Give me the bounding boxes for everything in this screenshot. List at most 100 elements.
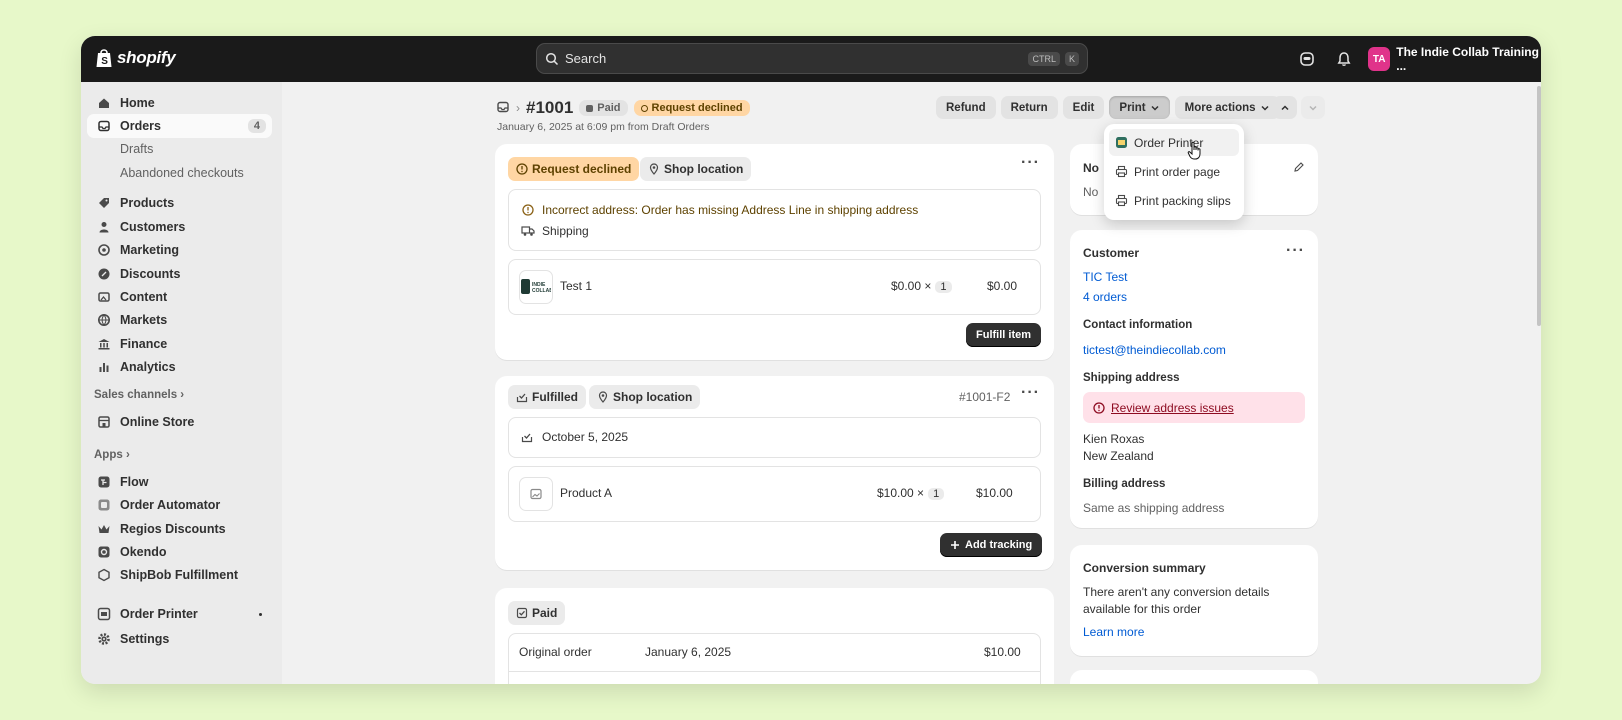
home-icon xyxy=(97,96,111,110)
sidebar-item-discounts[interactable]: Discounts xyxy=(87,262,272,286)
shipping-address-label: Shipping address xyxy=(1083,372,1180,384)
menu-item-print-order-page[interactable]: Print order page xyxy=(1109,158,1239,185)
discount-icon xyxy=(97,267,111,281)
payment-summary-table: Original order January 6, 2025 $10.00 xyxy=(508,633,1041,684)
customer-email-link[interactable]: tictest@theindiecollab.com xyxy=(1083,343,1226,357)
sidebar-item-shipbob[interactable]: ShipBob Fulfillment xyxy=(87,563,272,587)
add-tracking-button[interactable]: Add tracking xyxy=(940,533,1043,557)
sidebar-item-orders[interactable]: Orders 4 xyxy=(87,114,272,138)
sidebar-item-markets[interactable]: Markets xyxy=(87,308,272,332)
sidebar-item-home[interactable]: Home xyxy=(87,91,272,115)
more-options-icon[interactable]: ··· xyxy=(1021,384,1040,402)
row-label: Original order xyxy=(519,645,592,659)
product-thumbnail[interactable]: INDIE COLLAB xyxy=(519,270,553,304)
alert-circle-icon xyxy=(1093,401,1105,414)
order-printer-app-icon xyxy=(97,607,111,621)
customer-orders-link[interactable]: 4 orders xyxy=(1083,290,1127,304)
quantity-badge: 1 xyxy=(935,281,952,293)
print-button[interactable]: Print xyxy=(1109,96,1170,119)
notes-text: No xyxy=(1083,185,1099,199)
fulfill-item-button[interactable]: Fulfill item xyxy=(966,323,1041,347)
previous-order-button[interactable] xyxy=(1273,96,1297,119)
row-amount: $10.00 xyxy=(984,645,1021,659)
menu-item-order-printer[interactable]: Order Printer xyxy=(1109,129,1239,156)
customer-name-link[interactable]: TIC Test xyxy=(1083,270,1127,284)
product-name[interactable]: Test 1 xyxy=(560,279,592,293)
address-warning-text: Incorrect address: Order has missing Add… xyxy=(542,203,919,217)
next-order-button[interactable] xyxy=(1301,96,1325,119)
sidebar-item-abandoned-checkouts[interactable]: Abandoned checkouts xyxy=(87,161,272,185)
sidebar-item-analytics[interactable]: Analytics xyxy=(87,355,272,379)
sidebar-label: Flow xyxy=(120,475,149,489)
breadcrumb: › #1001 Paid Request declined xyxy=(496,98,750,118)
sidebar-label: Online Store xyxy=(120,415,195,429)
fulfillment-date-row: October 5, 2025 xyxy=(508,417,1041,458)
fulfilled-check-icon xyxy=(516,393,528,403)
search-bar[interactable]: Search CTRL K xyxy=(536,43,1088,74)
line-item-row: Product A $10.00 × 1 $10.00 xyxy=(508,466,1041,522)
orders-count-badge: 4 xyxy=(247,119,266,133)
sales-channels-label[interactable]: Sales channels › xyxy=(94,389,184,401)
notes-title: No xyxy=(1083,161,1099,175)
return-button[interactable]: Return xyxy=(1000,96,1058,119)
menu-item-label: Print order page xyxy=(1134,164,1221,179)
sidebar-item-customers[interactable]: Customers xyxy=(87,215,272,239)
pinned-dot xyxy=(259,612,262,616)
price-text: $0.00 xyxy=(891,279,922,293)
menu-item-print-packing-slips[interactable]: Print packing slips xyxy=(1109,187,1239,214)
sidebar-label: Discounts xyxy=(120,267,181,281)
sidebar-item-marketing[interactable]: Marketing xyxy=(87,238,272,262)
store-menu[interactable]: TA The Indie Collab Training ... xyxy=(1368,45,1541,73)
sidebar-item-order-printer[interactable]: Order Printer xyxy=(87,602,272,626)
sidebar-label: Orders xyxy=(120,119,161,133)
sidebar-item-okendo[interactable]: Okendo xyxy=(87,540,272,564)
learn-more-link[interactable]: Learn more xyxy=(1083,625,1144,639)
more-actions-button[interactable]: More actions xyxy=(1174,96,1280,119)
sidebar-item-flow[interactable]: Flow xyxy=(87,470,272,494)
shipbob-app-icon xyxy=(97,568,111,582)
sidebar-item-products[interactable]: Products xyxy=(87,191,272,215)
button-label: Add tracking xyxy=(965,539,1033,551)
section-label-text: Apps xyxy=(94,449,123,461)
sidebar-item-content[interactable]: Content xyxy=(87,285,272,309)
inbox-icon xyxy=(97,119,111,133)
location-pin-icon xyxy=(649,163,659,175)
pencil-icon[interactable] xyxy=(1293,161,1305,173)
product-name[interactable]: Product A xyxy=(560,486,612,500)
sidebar-label: Drafts xyxy=(120,142,154,156)
orders-breadcrumb-icon[interactable] xyxy=(496,100,510,117)
printer-icon xyxy=(1115,165,1128,178)
shopify-admin-window: S shopify Search CTRL K TA The Indie Col… xyxy=(81,36,1541,684)
edit-button[interactable]: Edit xyxy=(1062,96,1105,119)
refund-button[interactable]: Refund xyxy=(936,96,996,119)
review-address-link[interactable]: Review address issues xyxy=(1111,401,1234,415)
badge-text: Request declined xyxy=(651,102,743,114)
sidebar-item-regios-discounts[interactable]: Regios Discounts xyxy=(87,517,272,541)
more-options-icon[interactable]: ··· xyxy=(1286,242,1305,260)
next-card-partial xyxy=(1070,670,1318,684)
sidebar-item-online-store[interactable]: Online Store xyxy=(87,410,272,434)
bell-icon[interactable] xyxy=(1334,49,1354,69)
bar-chart-icon xyxy=(97,360,111,374)
apps-label[interactable]: Apps › xyxy=(94,449,130,461)
pending-circle-icon xyxy=(640,104,648,112)
shopify-logo[interactable]: S shopify xyxy=(95,47,176,68)
image-icon xyxy=(97,290,111,304)
sidebar-item-order-automator[interactable]: Order Automator xyxy=(87,493,272,517)
sidebar-item-finance[interactable]: Finance xyxy=(87,332,272,356)
more-options-icon[interactable]: ··· xyxy=(1021,154,1040,172)
unit-price: $10.00 × 1 xyxy=(877,486,945,500)
paid-dot-icon xyxy=(586,104,594,112)
sidebar-label: Okendo xyxy=(120,545,167,559)
button-label: More actions xyxy=(1184,101,1256,114)
conversion-summary-card: Conversion summary There aren't any conv… xyxy=(1070,545,1318,656)
page-scrollbar[interactable] xyxy=(1537,86,1541,326)
product-thumbnail[interactable] xyxy=(519,477,553,511)
sidebar-item-drafts[interactable]: Drafts xyxy=(87,137,272,161)
sidekick-icon[interactable] xyxy=(1297,49,1317,69)
sidebar-label: Products xyxy=(120,196,175,210)
person-icon xyxy=(97,220,111,234)
sidebar-label: Marketing xyxy=(120,243,180,257)
sidebar-label: Abandoned checkouts xyxy=(120,166,244,180)
sidebar-item-settings[interactable]: Settings xyxy=(87,627,272,651)
